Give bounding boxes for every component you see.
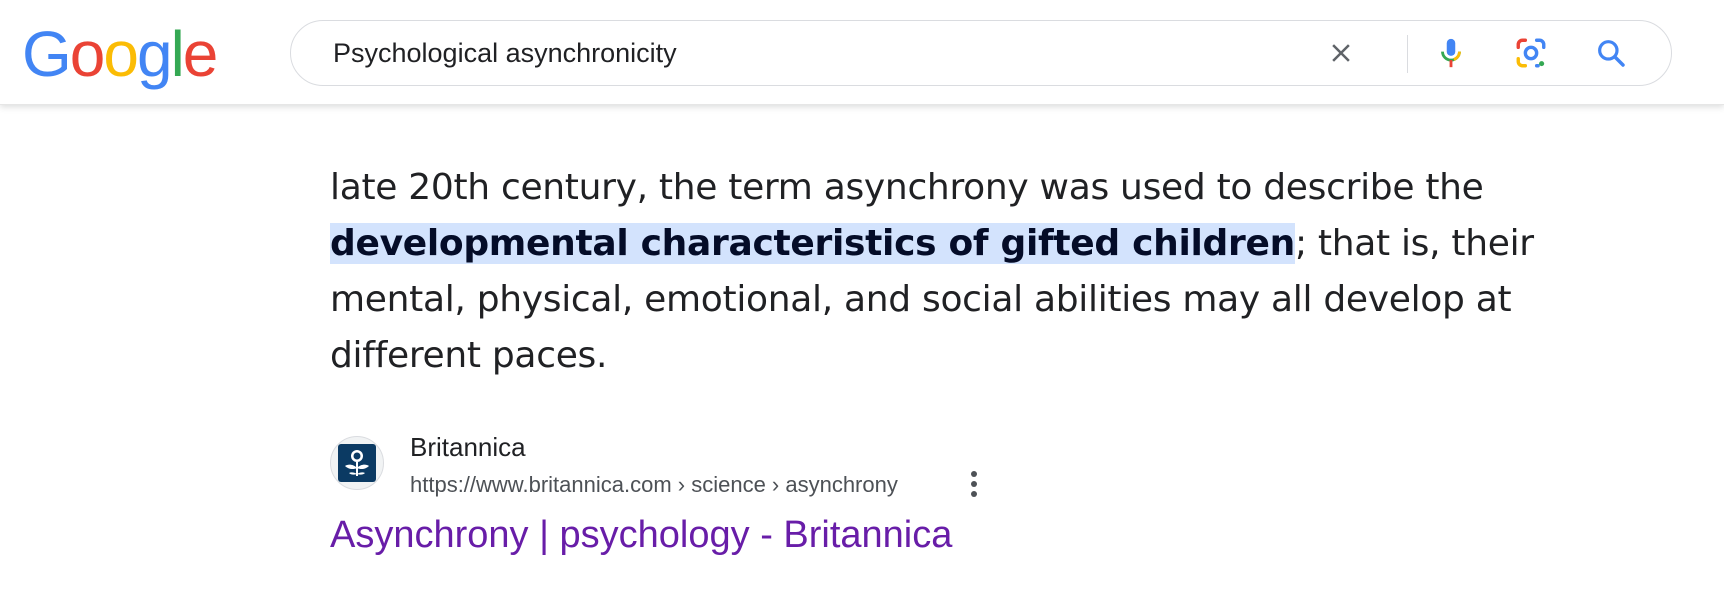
more-vert-icon[interactable] bbox=[962, 468, 986, 500]
result-title-link[interactable]: Asynchrony | psychology - Britannica bbox=[330, 514, 952, 557]
google-logo[interactable]: G o o g l e bbox=[22, 18, 219, 90]
logo-letter: e bbox=[182, 18, 219, 90]
site-name: Britannica bbox=[410, 432, 526, 462]
snippet-text: late 20th century, the term asynchrony w… bbox=[330, 160, 1630, 384]
close-icon[interactable] bbox=[1319, 31, 1363, 75]
search-divider bbox=[1407, 35, 1408, 73]
snippet-highlight: developmental characteristics of gifted … bbox=[330, 223, 1295, 264]
logo-letter: o bbox=[103, 18, 139, 90]
result-source[interactable]: Britannica https://www.britannica.com › … bbox=[330, 432, 1030, 497]
search-header: G o o g l e bbox=[0, 0, 1724, 105]
logo-letter: o bbox=[69, 18, 106, 90]
britannica-thistle-icon bbox=[330, 436, 384, 490]
search-input[interactable] bbox=[333, 21, 1333, 85]
google-lens-icon[interactable] bbox=[1509, 31, 1553, 75]
logo-letter: G bbox=[22, 18, 72, 90]
search-box[interactable] bbox=[290, 20, 1672, 86]
logo-letter: l bbox=[170, 18, 185, 90]
search-icon[interactable] bbox=[1589, 31, 1633, 75]
snippet-text-before: late 20th century, the term asynchrony w… bbox=[330, 167, 1484, 208]
featured-snippet: late 20th century, the term asynchrony w… bbox=[330, 160, 1630, 384]
logo-letter: g bbox=[136, 18, 173, 90]
microphone-icon[interactable] bbox=[1429, 31, 1473, 75]
site-url: https://www.britannica.com › science › a… bbox=[410, 472, 898, 497]
